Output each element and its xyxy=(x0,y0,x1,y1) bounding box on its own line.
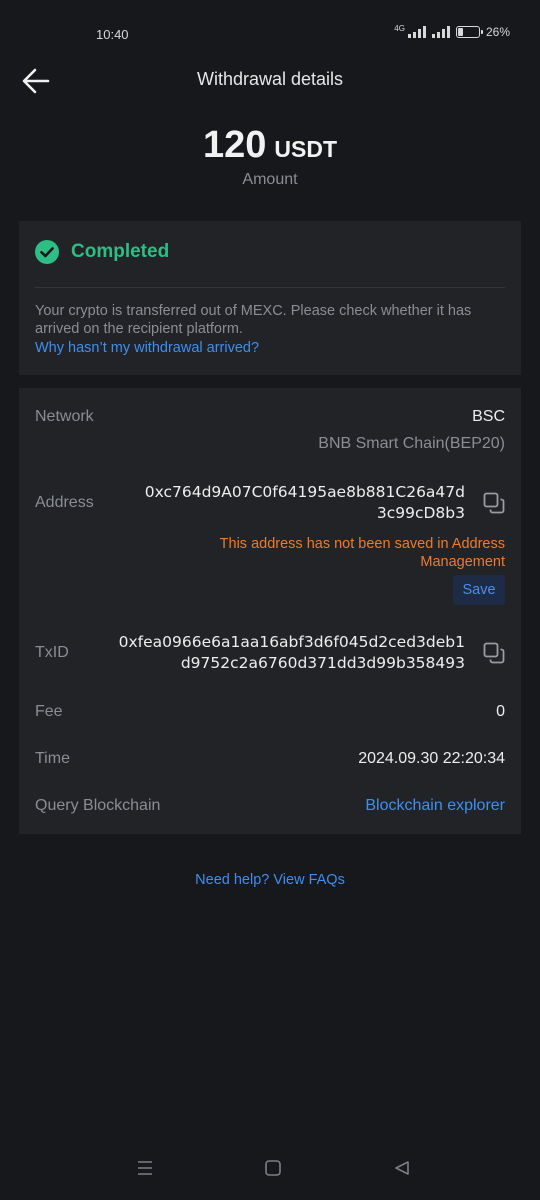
fee-value: 0 xyxy=(496,703,505,720)
address-label: Address xyxy=(35,494,94,511)
copy-txid-icon[interactable] xyxy=(483,642,505,664)
status-message: Your crypto is transferred out of MEXC. … xyxy=(35,303,472,337)
address-line-2: 3c99cD8b3 xyxy=(376,504,465,522)
txid-line-2: d9752c2a6760d371dd3d99b358493 xyxy=(180,654,465,672)
check-circle-icon xyxy=(35,240,59,264)
network-full-name: BNB Smart Chain(BEP20) xyxy=(318,435,505,452)
status-bar: 10:40 4G 26% xyxy=(0,0,540,60)
divider xyxy=(35,287,505,288)
amount-caption: Amount xyxy=(242,171,298,188)
time-value: 2024.09.30 22:20:34 xyxy=(358,750,505,767)
signal-2-icon xyxy=(431,26,450,38)
save-address-button[interactable]: Save xyxy=(453,575,505,605)
query-blockchain-label: Query Blockchain xyxy=(35,797,161,814)
status-icons: 4G 26% xyxy=(394,23,510,40)
address-line-1: 0xc764d9A07C0f64195ae8b881C26a47d xyxy=(144,483,465,501)
address-warning-line-1: This address has not been saved in Addre… xyxy=(219,536,505,552)
status-label: Completed xyxy=(71,241,170,262)
page-title: Withdrawal details xyxy=(196,69,344,89)
address-warning: This address has not been saved in Addre… xyxy=(220,535,505,571)
home-icon[interactable] xyxy=(265,1160,281,1176)
withdrawal-help-link[interactable]: Why hasn’t my withdrawal arrived? xyxy=(35,339,505,357)
page-header: Withdrawal details xyxy=(0,60,540,100)
fee-label: Fee xyxy=(35,703,63,720)
network-type: 4G xyxy=(394,23,405,33)
txid-line-1: 0xfea0966e6a1aa16abf3d6f045d2ced3deb1 xyxy=(118,633,465,651)
details-card: Network BSC BNB Smart Chain(BEP20) Addre… xyxy=(19,388,521,834)
txid-label: TxID xyxy=(35,644,69,661)
battery-percent: 26% xyxy=(485,25,510,39)
address-warning-line-2: Management xyxy=(420,554,505,570)
amount-block: 120 USDT Amount xyxy=(0,124,540,189)
signal-icon xyxy=(407,26,426,38)
system-nav-bar xyxy=(0,1140,540,1200)
amount-value: 120 xyxy=(202,124,267,166)
copy-address-icon[interactable] xyxy=(483,492,505,514)
back-triangle-icon[interactable] xyxy=(393,1160,411,1176)
time-label: Time xyxy=(35,750,70,767)
network-label: Network xyxy=(35,408,94,425)
faq-link[interactable]: Need help? View FAQs xyxy=(0,872,540,888)
blockchain-explorer-link[interactable]: Blockchain explorer xyxy=(365,797,505,815)
recent-apps-icon[interactable] xyxy=(136,1160,154,1176)
battery-icon xyxy=(455,26,483,38)
txid-value: 0xfea0966e6a1aa16abf3d6f045d2ced3deb1 d9… xyxy=(119,632,465,674)
network-value: BSC xyxy=(472,408,505,425)
status-card: Completed Your crypto is transferred out… xyxy=(19,221,521,375)
status-time: 10:40 xyxy=(96,27,129,42)
address-value: 0xc764d9A07C0f64195ae8b881C26a47d 3c99cD… xyxy=(145,482,465,524)
amount-unit: USDT xyxy=(274,136,338,162)
